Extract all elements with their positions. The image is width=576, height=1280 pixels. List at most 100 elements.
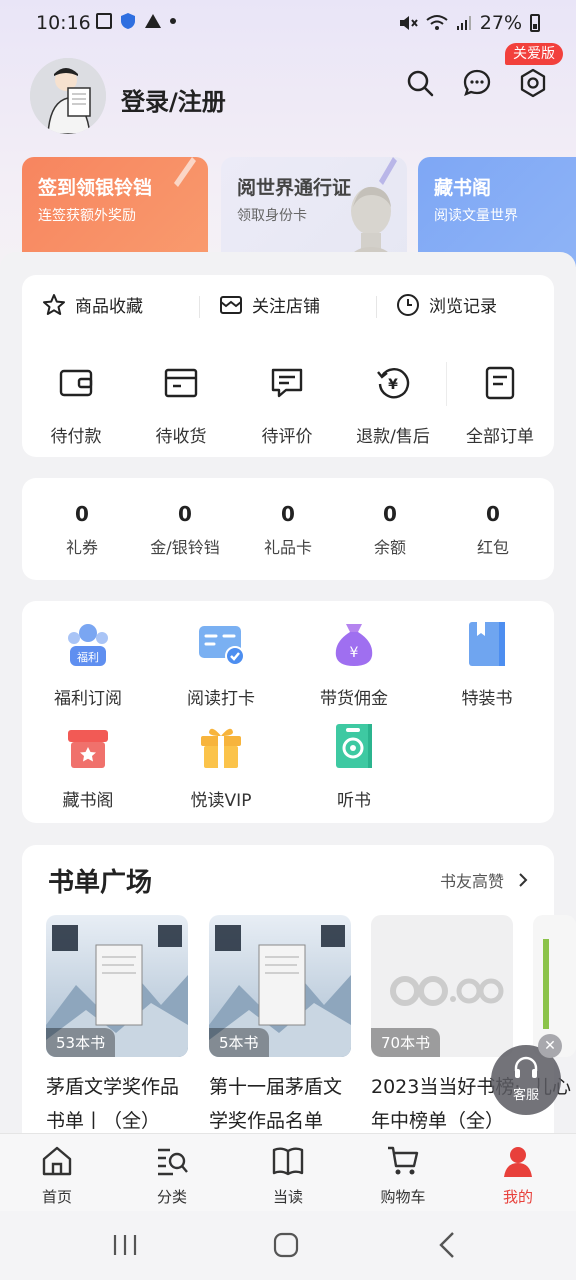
shops-label: 关注店铺 (252, 297, 320, 317)
tab-dangdu[interactable]: 当读 (243, 1144, 333, 1207)
booklist-cover[interactable]: 53本书 (46, 915, 188, 1057)
special-books-button[interactable]: 特装书 (427, 620, 547, 709)
booklist-title[interactable]: 茅盾文学奖作品书单丨（全） (46, 1070, 196, 1138)
library-button[interactable]: 藏书阁 (28, 722, 148, 811)
vip-button[interactable]: 悦读VIP (161, 722, 281, 811)
promo-title: 藏书阁 (434, 177, 492, 199)
status-bar: 10:16 27% (0, 0, 576, 46)
package-icon (164, 368, 198, 398)
home-button-icon[interactable] (273, 1232, 299, 1258)
bottom-tab-bar: 首页 分类 当读 购物车 我的 (0, 1133, 576, 1211)
promo-library-card[interactable]: 藏书阁 阅读文量世界 (418, 157, 576, 267)
redpacket-label: 红包 (476, 538, 509, 557)
library-label: 藏书阁 (62, 791, 114, 811)
booklist-cover[interactable]: 70本书 (371, 915, 513, 1057)
money-bag-icon: ¥ (335, 624, 373, 666)
pending-payment-button[interactable]: 待付款 (24, 366, 128, 447)
login-register-link[interactable]: 登录/注册 (121, 82, 226, 117)
category-search-icon (158, 1148, 188, 1176)
booklist-title[interactable]: 第十一届茅盾文学奖作品名单 (209, 1070, 359, 1138)
booklists-more-link[interactable]: 书友高赞 (440, 868, 528, 892)
all-orders-label: 全部订单 (466, 427, 534, 447)
promo-subtitle: 连签获额外奖励 (38, 208, 136, 224)
tab-cart-label: 购物车 (380, 1188, 426, 1206)
care-mode-badge[interactable]: 关爱版 (505, 43, 563, 65)
battery-percent: 27% (479, 12, 522, 34)
reader-avatar-icon (30, 58, 106, 134)
tab-home-label: 首页 (41, 1188, 72, 1206)
star-icon (43, 293, 65, 315)
tab-dangdu-label: 当读 (272, 1188, 303, 1206)
tab-category[interactable]: 分类 (127, 1144, 217, 1207)
status-right-icons: 27% (398, 12, 540, 34)
all-orders-button[interactable]: 全部订单 (448, 366, 552, 447)
audio-books-button[interactable]: 听书 (294, 722, 414, 811)
pending-receipt-label: 待收货 (155, 427, 207, 447)
tab-cart[interactable]: 购物车 (358, 1144, 448, 1207)
followed-shops-link[interactable]: 关注店铺 (219, 292, 320, 317)
warning-icon (145, 14, 161, 28)
headset-icon (514, 1056, 538, 1078)
ribbon-icon (379, 157, 397, 185)
history-link[interactable]: 浏览记录 (396, 292, 497, 317)
recent-apps-icon[interactable] (112, 1233, 138, 1257)
favorites-link[interactable]: 商品收藏 (42, 292, 143, 317)
signal-icon (456, 16, 471, 30)
back-icon[interactable] (438, 1231, 456, 1259)
promo-subtitle: 领取身份卡 (237, 208, 307, 224)
shield-icon (121, 13, 135, 29)
message-icon[interactable] (462, 68, 492, 98)
divider (376, 296, 377, 318)
profile-page: 10:16 27% 登录/注册 关爱版 签到领银铃铛 连签获额外奖励 阅世界通行… (0, 0, 576, 1280)
special-books-label: 特装书 (461, 689, 513, 709)
balance-value: 0 (383, 502, 397, 526)
coupon-label: 礼券 (65, 538, 98, 557)
welfare-subscribe-button[interactable]: 福利 福利订阅 (28, 620, 148, 709)
cart-icon (388, 1146, 419, 1175)
svg-text:¥: ¥ (350, 645, 359, 661)
balance-asset[interactable]: 0 余额 (338, 502, 442, 558)
settings-icon[interactable] (518, 68, 548, 98)
system-nav-bar (0, 1211, 576, 1280)
redpacket-value: 0 (486, 502, 500, 526)
redpacket-asset[interactable]: 0 红包 (441, 502, 545, 558)
checkin-label: 阅读打卡 (187, 689, 255, 709)
pending-review-label: 待评价 (261, 427, 313, 447)
promo-title: 签到领银铃铛 (38, 177, 153, 199)
book-count-badge: 53本书 (46, 1028, 116, 1057)
promo-passport-card[interactable]: 阅世界通行证 领取身份卡 (221, 157, 407, 267)
book-count-badge: 5本书 (209, 1028, 269, 1057)
book-icon (469, 622, 505, 666)
home-icon (42, 1146, 72, 1176)
search-icon[interactable] (405, 68, 435, 98)
pending-review-button[interactable]: 待评价 (235, 366, 339, 447)
clock-icon (397, 293, 419, 316)
reading-checkin-button[interactable]: 阅读打卡 (161, 620, 281, 709)
bells-asset[interactable]: 0 金/银铃铛 (133, 502, 237, 558)
refund-button[interactable]: ¥ 退款/售后 (341, 366, 445, 447)
tab-category-label: 分类 (156, 1188, 187, 1206)
bells-value: 0 (178, 502, 192, 526)
avatar[interactable] (30, 58, 106, 134)
gift-box-icon (68, 730, 108, 768)
book-count-badge: 70本书 (371, 1028, 441, 1057)
booklist-cover[interactable]: 5本书 (209, 915, 351, 1057)
promo-checkin-card[interactable]: 签到领银铃铛 连签获额外奖励 (22, 157, 208, 267)
open-book-icon (272, 1147, 304, 1176)
close-icon[interactable]: ✕ (538, 1034, 562, 1058)
user-icon (504, 1147, 532, 1177)
tab-mine[interactable]: 我的 (473, 1144, 563, 1207)
favorites-label: 商品收藏 (75, 297, 143, 317)
pending-receipt-button[interactable]: 待收货 (129, 366, 233, 447)
gift-icon (201, 728, 241, 768)
status-time: 10:16 (36, 12, 91, 34)
vip-label: 悦读VIP (190, 791, 252, 811)
tab-home[interactable]: 首页 (12, 1144, 102, 1207)
coupon-asset[interactable]: 0 礼券 (30, 502, 134, 558)
chevron-right-icon (519, 873, 528, 887)
booklists-title: 书单广场 (48, 868, 153, 898)
giftcard-asset[interactable]: 0 礼品卡 (236, 502, 340, 558)
promo-title: 阅世界通行证 (237, 177, 352, 199)
customer-service-label: 客服 (512, 1088, 539, 1103)
commission-button[interactable]: ¥ 带货佣金 (294, 620, 414, 709)
